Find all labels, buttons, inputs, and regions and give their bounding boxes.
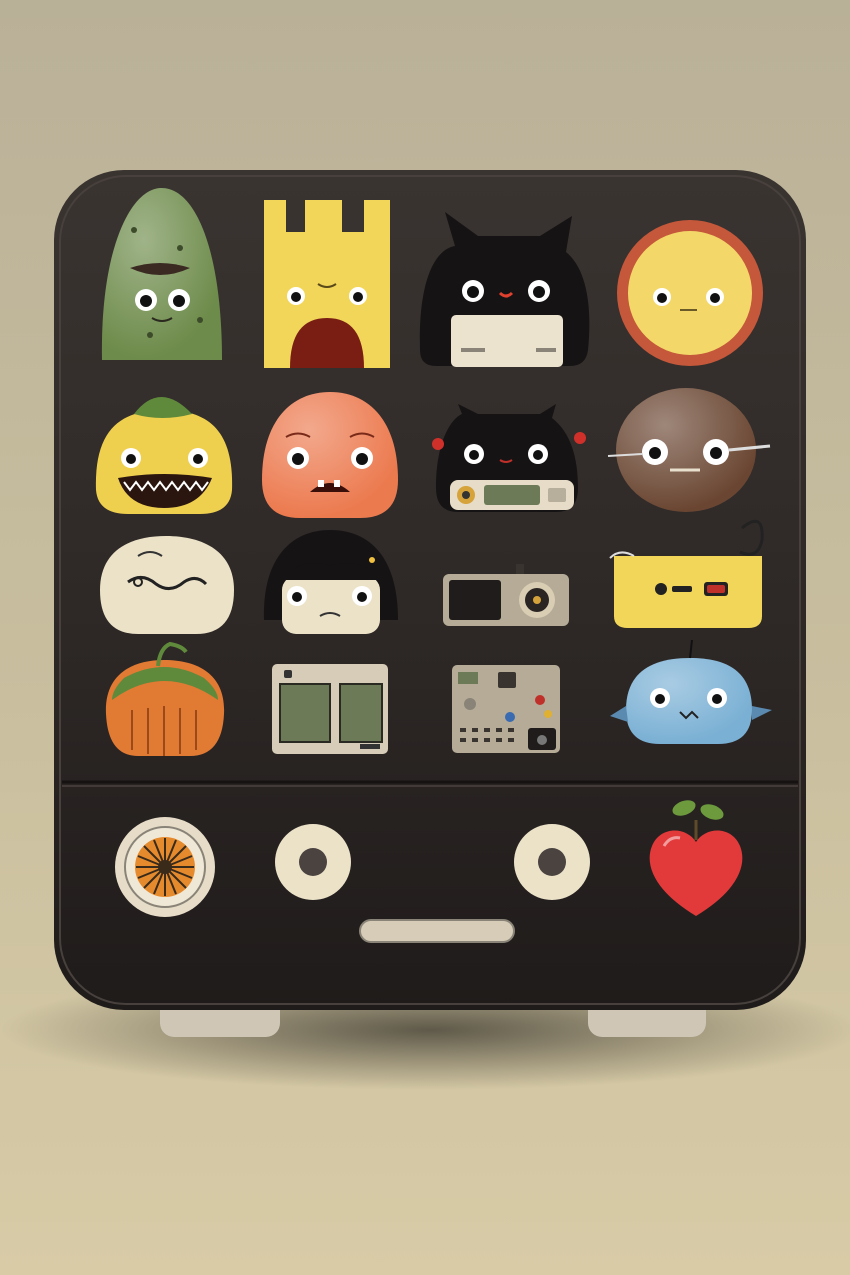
orange-dial [115,817,215,917]
yellow-castle-monster [264,200,390,368]
right-knob[interactable] [514,824,590,900]
toy-cabinet-illustration [0,170,850,1090]
cream-mochi [100,536,234,634]
sun-face [617,220,763,366]
control-panel [452,665,560,753]
left-knob[interactable] [275,824,351,900]
green-screen-panel [272,664,388,754]
scene [0,0,850,1275]
drawer-handle[interactable] [359,919,515,943]
